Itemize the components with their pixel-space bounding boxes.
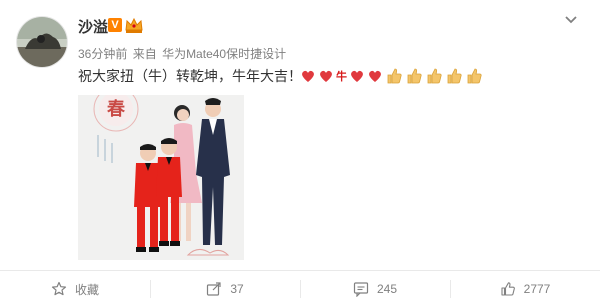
- repost-icon: [207, 282, 221, 296]
- source-device[interactable]: 华为Mate40保时捷设计: [162, 47, 286, 61]
- favorite-button[interactable]: 收藏: [0, 271, 150, 307]
- crown-icon[interactable]: [124, 16, 144, 34]
- avatar[interactable]: [16, 16, 68, 68]
- family-photo-image: 春: [78, 95, 244, 260]
- comment-button[interactable]: 245: [300, 271, 450, 307]
- post-photo[interactable]: 春: [78, 95, 244, 260]
- photo-banner-char: 春: [107, 98, 126, 120]
- thumbs-up-emoji: [467, 68, 482, 84]
- repost-count: 37: [230, 282, 244, 296]
- thumbs-up-emoji: [387, 68, 402, 84]
- username[interactable]: 沙溢: [78, 16, 108, 37]
- thumbs-up-emoji: [427, 68, 442, 84]
- niu-emoji: 牛: [336, 70, 347, 83]
- heart-emoji: [320, 70, 332, 82]
- emoji-row: 牛: [300, 66, 483, 86]
- like-button[interactable]: 2777: [450, 271, 600, 307]
- action-bar: 收藏 37 245 2777: [0, 271, 600, 307]
- verified-icon: V: [108, 18, 122, 32]
- post-time[interactable]: 36分钟前: [78, 47, 127, 61]
- comment-count: 245: [376, 282, 398, 296]
- heart-emoji: [302, 70, 314, 82]
- comment-icon: [353, 282, 369, 297]
- star-icon: [51, 281, 67, 296]
- favorite-label: 收藏: [74, 282, 99, 297]
- thumbs-up-emoji: [447, 68, 462, 84]
- source-prefix: 来自: [132, 47, 157, 61]
- like-count: 2777: [523, 282, 551, 296]
- like-icon: [501, 282, 515, 296]
- post-text: 祝大家扭（牛）转乾坤，牛年大吉！: [78, 68, 302, 84]
- repost-button[interactable]: 37: [150, 271, 300, 307]
- post-meta: 36分钟前 来自 华为Mate40保时捷设计: [78, 45, 288, 62]
- heart-emoji: [351, 70, 363, 82]
- weibo-post-card: 沙溢 V 36分钟前 来自 华为Mate40保时捷设计 祝大家扭（牛）转乾坤，牛…: [0, 0, 600, 307]
- avatar-image: [17, 17, 67, 67]
- thumbs-up-emoji: [407, 68, 422, 84]
- heart-emoji: [369, 70, 381, 82]
- chevron-down-icon[interactable]: [563, 14, 579, 26]
